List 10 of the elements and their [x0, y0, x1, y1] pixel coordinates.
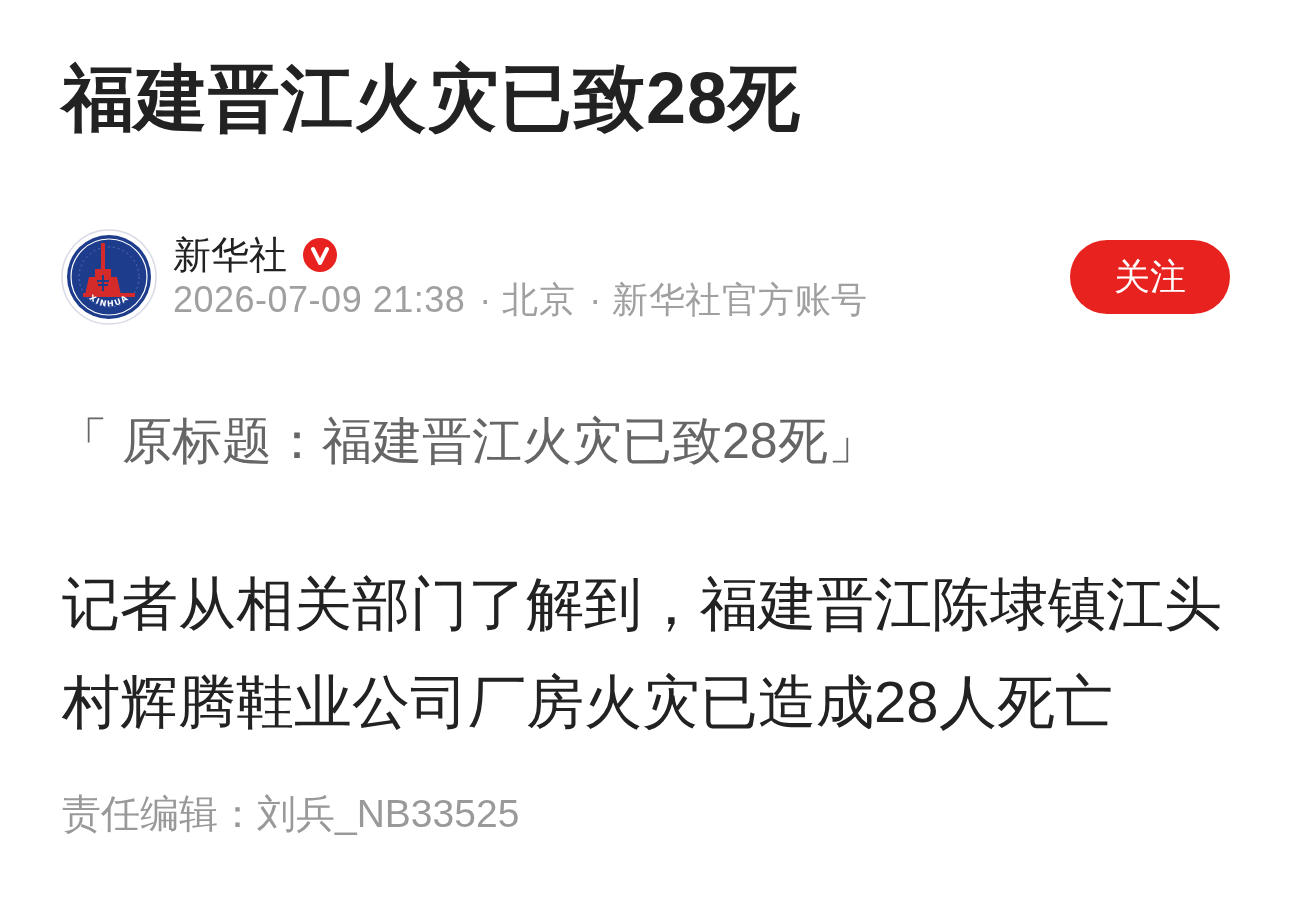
- publish-time: 2026-07-09 21:38: [173, 279, 466, 321]
- follow-button[interactable]: 关注: [1070, 240, 1230, 314]
- author-name[interactable]: 新华社: [173, 233, 287, 277]
- meta-tag: · 北京: [479, 279, 576, 321]
- article-title: 福建晋江火灾已致28死: [62, 57, 802, 140]
- editor-credit: 责任编辑：刘兵_NB33525: [62, 791, 520, 837]
- original-title: 「 原标题：福建晋江火灾已致28死」: [58, 412, 878, 471]
- avatar-logo[interactable]: XINHUA: [61, 229, 157, 325]
- meta-tag: · 新华社官方账号: [589, 279, 868, 321]
- article-body: 记者从相关部门了解到，福建晋江陈埭镇江头村辉腾鞋业公司厂房火灾已造成28人死亡: [62, 570, 1223, 736]
